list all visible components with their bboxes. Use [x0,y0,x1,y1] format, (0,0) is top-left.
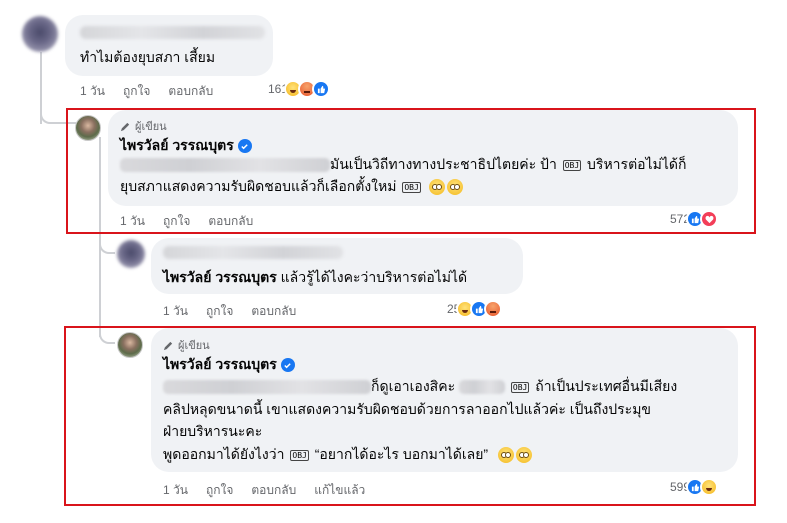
comment-text-line-1: ก็ดูเอาเองสิคะ OBJ ถ้าเป็นประเทศอื่นมีเส… [163,375,677,397]
mention-link[interactable]: ไพรวัลย์ วรรณบุตร [163,269,277,285]
author-badge-label: ผู้เขียน [178,340,210,352]
author-name[interactable]: ไพรวัลย์ วรรณบุตร [163,354,295,376]
comment-actions: 1 วัน ถูกใจ ตอบกลับ [80,82,213,101]
obj-glyph: OBJ [290,449,309,461]
author-badge: ผู้เขียน [163,336,210,354]
like-icon [312,80,331,98]
obj-glyph: OBJ [402,181,421,193]
comment-time[interactable]: 1 วัน [120,212,145,231]
pencil-icon [120,122,130,131]
like-button[interactable]: ถูกใจ [206,302,233,321]
verified-icon [237,139,252,153]
comment-text-line-2: คลิปหลุดขนาดนี้ เขาแสดงความรับผิดชอบด้วย… [163,401,652,417]
text-segment: ก็ดูเอาเองสิคะ [371,378,456,394]
rolling-eyes-emoji-icon [428,179,445,196]
avatar[interactable] [75,115,101,141]
rolling-eyes-emoji-icon [446,179,463,196]
text-segment: ถ้าเป็นประเทศอื่นมีเสียง [535,378,678,394]
reaction-summary[interactable]: 25 [447,300,503,318]
obj-glyph: OBJ [562,159,582,171]
reply-button[interactable]: ตอบกลับ [251,302,296,321]
reply-button[interactable]: ตอบกลับ [168,82,213,101]
pencil-icon [163,341,173,350]
rolling-eyes-emoji-icon [515,447,532,464]
text-segment: แล้วรู้ได้ไงคะว่าบริหารต่อไม่ได้ [280,269,468,285]
angry-icon [484,300,503,318]
comment-actions: 1 วัน ถูกใจ ตอบกลับ [163,302,296,321]
rolling-eyes-emoji-icon [497,447,514,464]
commenter-name-redacted [80,26,265,39]
avatar[interactable] [22,16,58,52]
mention-redacted [163,380,371,395]
author-badge-label: ผู้เขียน [135,121,167,133]
mention-redacted [120,158,330,173]
reply-button[interactable]: ตอบกลับ [251,481,296,500]
comment-time[interactable]: 1 วัน [80,82,105,101]
reaction-summary[interactable]: 161 [268,80,331,98]
like-button[interactable]: ถูกใจ [206,481,233,500]
comment-actions: 1 วัน ถูกใจ ตอบกลับ [120,212,253,231]
edited-label[interactable]: แก้ไขแล้ว [314,481,365,500]
comment-time[interactable]: 1 วัน [163,481,188,500]
haha-icon [700,478,719,496]
text-segment: บริหารต่อไม่ได้ก็ [587,156,687,172]
comment-actions: 1 วัน ถูกใจ ตอบกลับ แก้ไขแล้ว [163,481,365,500]
text-segment: มันเป็นวิถีทางทางประชาธิปไตยค่ะ ป้า [330,156,557,172]
comment-text: ทำไมต้องยุบสภา เสี้ยม [80,49,216,65]
thread-connector [99,232,115,254]
reply-button[interactable]: ตอบกลับ [208,212,253,231]
like-button[interactable]: ถูกใจ [123,82,150,101]
comment-text-line-3: ฝ่ายบริหารนะคะ [163,423,263,439]
author-badge: ผู้เขียน [120,117,167,135]
avatar[interactable] [117,332,143,358]
commenter-name-redacted [163,246,343,259]
comment-text-line-2: ยุบสภาแสดงความรับผิดชอบแล้วก็เลือกตั้งให… [120,175,463,197]
comment-text: ไพรวัลย์ วรรณบุตร แล้วรู้ได้ไงคะว่าบริหา… [163,266,467,288]
author-name-label: ไพรวัลย์ วรรณบุตร [163,356,277,372]
reaction-summary[interactable]: 572 [670,210,719,228]
text-segment: “อยากได้อะไร บอกมาได้เลย” [314,446,489,462]
text-segment: พูดออกมาได้ยังไงว่า [163,446,285,462]
reaction-summary[interactable]: 599 [670,478,719,496]
avatar[interactable] [117,240,145,268]
comment-time[interactable]: 1 วัน [163,302,188,321]
comment-text-line-4: พูดออกมาได้ยังไงว่า OBJ “อยากได้อะไร บอก… [163,443,532,465]
text-segment: ยุบสภาแสดงความรับผิดชอบแล้วก็เลือกตั้งให… [120,178,397,194]
like-button[interactable]: ถูกใจ [163,212,190,231]
comment-text-line-1: มันเป็นวิถีทางทางประชาธิปไตยค่ะ ป้า OBJ … [120,153,686,175]
obj-glyph: OBJ [510,381,530,393]
verified-icon [280,358,295,372]
love-icon [700,210,719,228]
name-redacted [458,380,505,395]
